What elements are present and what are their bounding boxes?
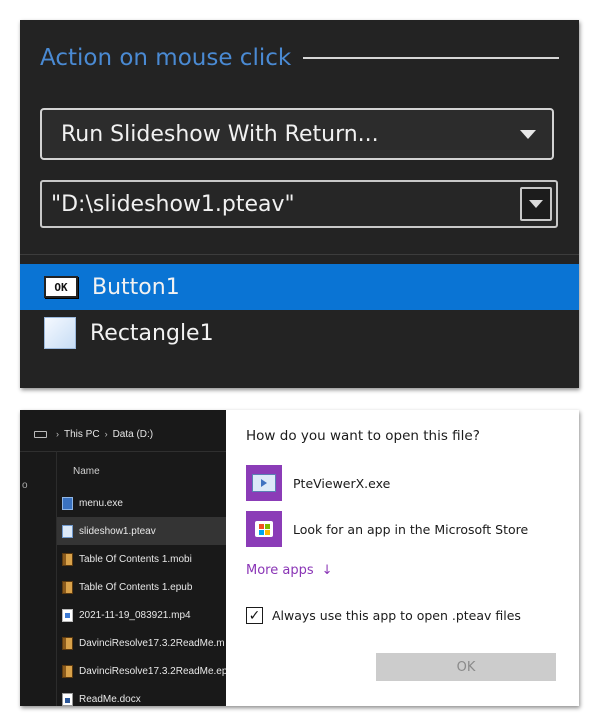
chevron-right-icon: › [104,429,108,439]
video-file-icon [62,608,73,622]
rectangle-icon [44,317,76,349]
file-row[interactable]: DavinciResolve17.3.2ReadMe.ep [57,657,226,685]
always-use-checkbox[interactable]: ✓ [246,607,263,624]
file-name: Table Of Contents 1.mobi [79,553,192,565]
object-label: Rectangle1 [90,320,214,346]
open-with-dialog: How do you want to open this file? PteVi… [226,410,579,706]
more-apps-link[interactable]: More apps ↓ [246,563,333,578]
file-row[interactable]: Table Of Contents 1.epub [57,573,226,601]
action-dropdown[interactable]: Run Slideshow With Return... [40,108,554,160]
file-name: ReadMe.docx [79,693,141,705]
ebook-file-icon [62,636,73,650]
pteviewer-icon [246,465,282,501]
chevron-down-icon [529,200,543,208]
column-header-name[interactable]: Name [73,466,100,477]
file-name: menu.exe [79,497,123,509]
arrow-down-icon: ↓ [321,563,333,578]
app-option-pteviewer[interactable]: PteViewerX.exe [246,465,390,501]
action-dropdown-value: Run Slideshow With Return... [61,121,379,147]
file-path-dropdown-button[interactable] [520,187,552,221]
file-row[interactable]: DavinciResolve17.3.2ReadMe.m [57,629,226,657]
navigation-pane-text: o [22,480,28,491]
file-name: DavinciResolve17.3.2ReadMe.ep [79,665,226,677]
object-list-item-rectangle1[interactable]: Rectangle1 [20,310,579,356]
chevron-right-icon: › [56,429,59,439]
app-option-label: PteViewerX.exe [293,475,391,491]
file-name: DavinciResolve17.3.2ReadMe.m [79,637,225,649]
divider [20,451,226,452]
action-settings-panel: Action on mouse click Run Slideshow With… [20,20,579,388]
file-list: menu.exe slideshow1.pteav Table Of Conte… [57,489,226,706]
file-row[interactable]: slideshow1.pteav [57,517,226,545]
file-explorer: › This PC › Data (D:) o Name menu.exe sl… [20,410,226,706]
ebook-file-icon [62,552,73,566]
chevron-down-icon [520,129,536,139]
file-row[interactable]: menu.exe [57,489,226,517]
ebook-file-icon [62,664,73,678]
ok-button[interactable]: OK [376,653,556,681]
section-header: Action on mouse click [40,44,559,72]
dialog-title: How do you want to open this file? [246,428,480,444]
object-list-item-button1[interactable]: OK Button1 [20,264,579,310]
object-list: OK Button1 Rectangle1 [20,264,579,356]
file-row[interactable]: 2021-11-19_083921.mp4 [57,601,226,629]
more-apps-label: More apps [246,563,314,578]
breadcrumb: › This PC › Data (D:) [20,423,226,445]
object-label: Button1 [92,274,180,300]
file-name: slideshow1.pteav [79,525,156,537]
ok-button-icon: OK [44,276,78,298]
exe-file-icon [62,496,73,510]
microsoft-store-icon [246,511,282,547]
pteav-file-icon [62,524,73,538]
breadcrumb-data-drive[interactable]: Data (D:) [113,429,154,440]
drive-icon [34,430,47,438]
always-use-label: Always use this app to open .pteav files [272,608,521,623]
always-use-option[interactable]: ✓ Always use this app to open .pteav fil… [246,607,521,624]
ebook-file-icon [62,580,73,594]
app-option-label: Look for an app in the Microsoft Store [293,521,529,537]
file-row[interactable]: Table Of Contents 1.mobi [57,545,226,573]
panel-divider [20,254,579,255]
file-name: 2021-11-19_083921.mp4 [79,609,191,621]
breadcrumb-this-pc[interactable]: This PC [64,429,100,440]
file-row[interactable]: ReadMe.docx [57,685,226,706]
word-document-icon [62,692,73,706]
app-option-microsoft-store[interactable]: Look for an app in the Microsoft Store [246,511,528,547]
section-title: Action on mouse click [40,45,292,71]
file-path-value[interactable]: "D:\slideshow1.pteav" [51,192,520,217]
file-name: Table Of Contents 1.epub [79,581,193,593]
open-with-screenshot: › This PC › Data (D:) o Name menu.exe sl… [20,410,579,706]
file-path-combobox[interactable]: "D:\slideshow1.pteav" [40,180,558,228]
section-divider [303,57,559,59]
